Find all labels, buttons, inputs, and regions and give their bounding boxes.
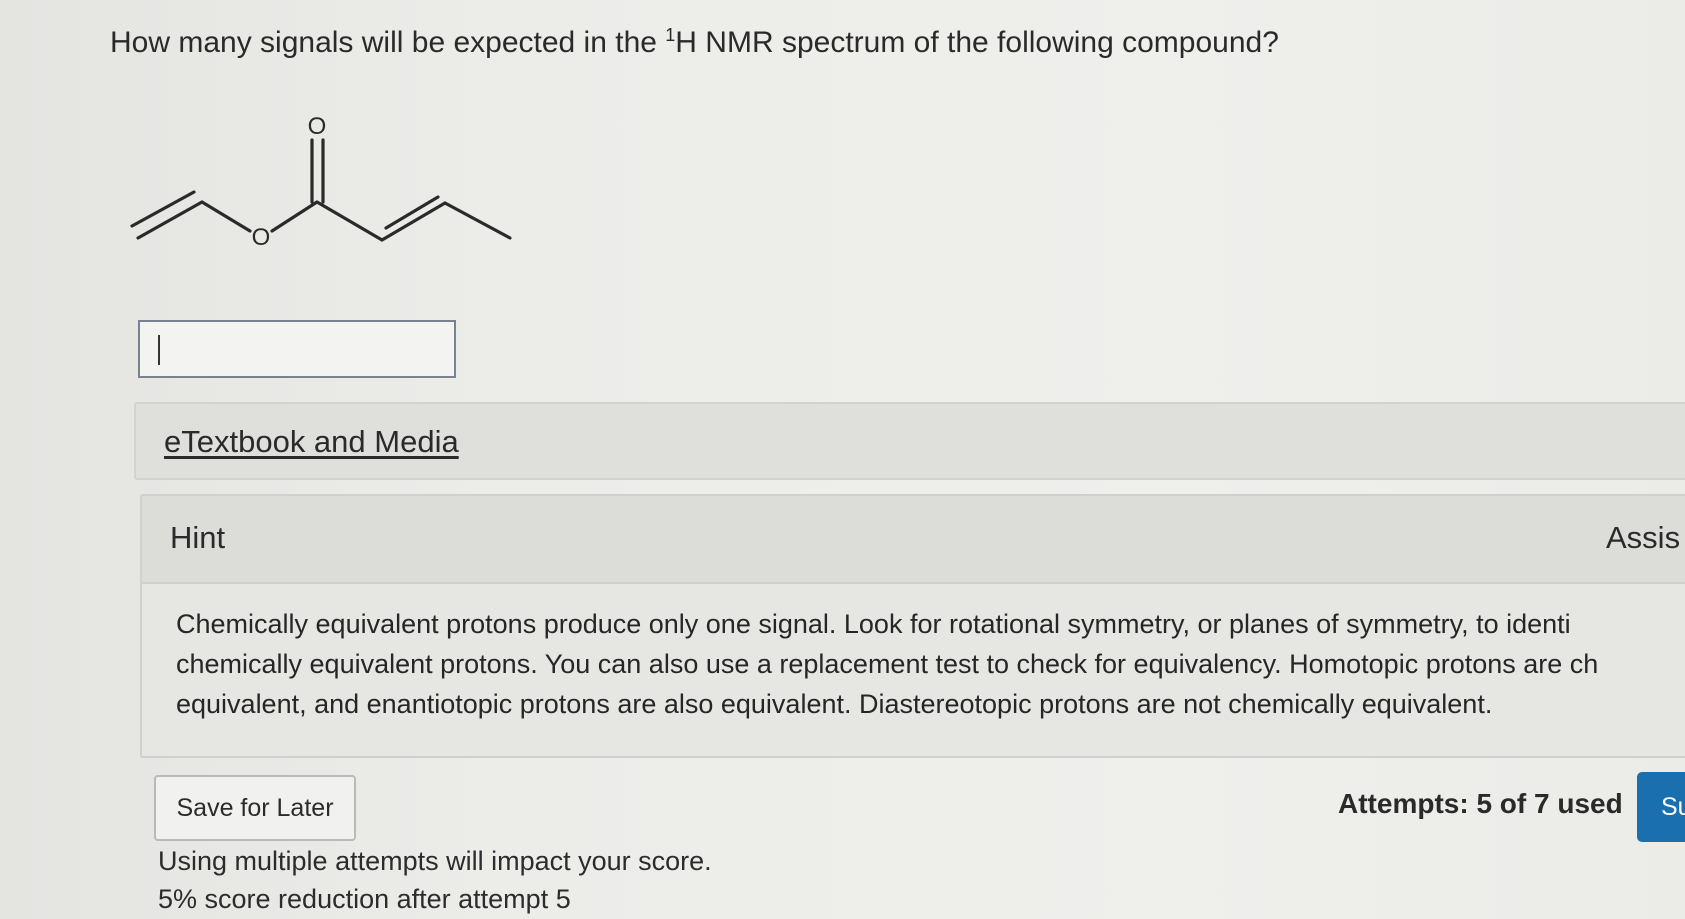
- hint-panel: Hint Assis Chemically equivalent protons…: [140, 494, 1685, 758]
- save-for-later-button[interactable]: Save for Later: [154, 775, 356, 841]
- hint-line: Chemically equivalent protons produce on…: [176, 609, 1571, 639]
- hint-body: Chemically equivalent protons produce on…: [176, 604, 1685, 724]
- ester-oxygen-label: O: [252, 224, 271, 251]
- hint-title: Hint: [170, 520, 226, 555]
- question-suffix: H NMR spectrum of the following compound…: [675, 26, 1279, 59]
- text-caret: [158, 335, 160, 365]
- hint-header[interactable]: Hint Assis: [142, 496, 1685, 584]
- attempts-counter: Attempts: 5 of 7 used: [1338, 788, 1623, 819]
- assistance-label: Assis: [1606, 520, 1681, 555]
- question-text: How many signals will be expected in the…: [110, 26, 1279, 60]
- etextbook-link[interactable]: eTextbook and Media: [164, 424, 459, 460]
- carbonyl-oxygen-label: O: [308, 113, 327, 140]
- hint-line: chemically equivalent protons. You can a…: [176, 649, 1599, 679]
- hint-line: equivalent, and enantiotopic protons are…: [176, 689, 1493, 719]
- etextbook-panel: eTextbook and Media: [134, 402, 1685, 480]
- question-superscript: 1: [665, 25, 676, 45]
- score-reduction-note: 5% score reduction after attempt 5: [158, 884, 571, 914]
- question-page: How many signals will be expected in the…: [0, 0, 1685, 919]
- molecule-structure: O O: [130, 113, 512, 251]
- answer-input[interactable]: [138, 320, 456, 378]
- question-prefix: How many signals will be expected in the: [110, 26, 666, 59]
- attempts-note: Using multiple attempts will impact your…: [158, 846, 712, 876]
- submit-button[interactable]: Su: [1637, 772, 1685, 842]
